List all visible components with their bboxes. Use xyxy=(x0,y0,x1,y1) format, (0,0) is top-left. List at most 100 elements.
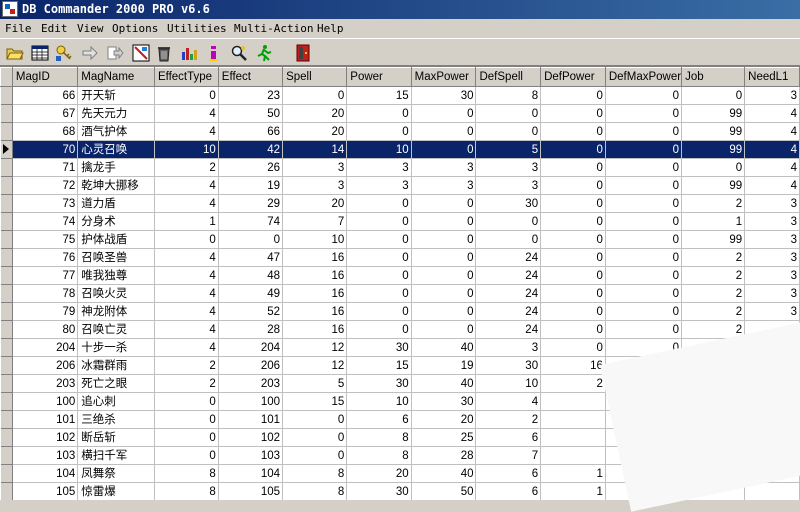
cell-defpower[interactable]: 0 xyxy=(540,212,606,231)
cell-maxpower[interactable]: 0 xyxy=(411,104,477,123)
cell-maxpower[interactable]: 0 xyxy=(411,284,477,303)
cell-effecttype[interactable]: 0 xyxy=(154,428,219,447)
cell-maxpower[interactable]: 0 xyxy=(411,122,477,141)
cell-power[interactable]: 30 xyxy=(346,338,412,357)
cell-spell[interactable]: 7 xyxy=(282,212,348,231)
row-indicator[interactable] xyxy=(0,284,13,303)
cell-defmaxpower[interactable]: 0 xyxy=(605,194,683,213)
cell-maxpower[interactable]: 0 xyxy=(411,302,477,321)
row-indicator[interactable] xyxy=(0,392,13,411)
cell-job[interactable]: 99 xyxy=(681,230,746,249)
table-row[interactable]: 77 唯我独尊 4 48 16 0 0 24 0 0 2 3 xyxy=(0,266,800,285)
cell-effect[interactable]: 204 xyxy=(218,338,284,357)
cell-magid[interactable]: 203 xyxy=(12,374,79,393)
cell-spell[interactable]: 3 xyxy=(282,158,348,177)
cell-power[interactable]: 0 xyxy=(346,212,412,231)
cell-defmaxpower[interactable]: 0 xyxy=(605,104,683,123)
cell-job[interactable]: 0 xyxy=(681,86,746,105)
table-row[interactable]: 80召唤亡灵4281600240023 xyxy=(0,320,800,339)
cell-magid[interactable]: 102 xyxy=(12,428,79,447)
cell-spell[interactable]: 12 xyxy=(282,338,348,357)
cell-magname[interactable]: 三绝杀 xyxy=(77,410,155,429)
row-indicator[interactable] xyxy=(0,140,13,159)
cell-effecttype[interactable]: 4 xyxy=(154,194,219,213)
cell-defspell[interactable]: 24 xyxy=(475,320,542,339)
cell-needl1[interactable]: 3 xyxy=(744,86,800,105)
cell-spell[interactable]: 0 xyxy=(282,86,348,105)
cell-defspell[interactable]: 3 xyxy=(475,338,542,357)
cell-maxpower[interactable]: 0 xyxy=(411,266,477,285)
cell-needl1[interactable]: 4 xyxy=(744,122,800,141)
cell-effecttype[interactable]: 0 xyxy=(154,410,219,429)
cell-defmaxpower[interactable]: 0 xyxy=(605,320,683,339)
cell-spell[interactable]: 20 xyxy=(282,194,348,213)
cell-defspell[interactable]: 6 xyxy=(475,464,542,483)
cell-power[interactable]: 0 xyxy=(346,266,412,285)
cell-power[interactable]: 0 xyxy=(346,302,412,321)
menu-multi-action[interactable]: Multi-Action xyxy=(234,22,313,35)
cell-power[interactable]: 15 xyxy=(346,356,412,375)
cell-defpower[interactable] xyxy=(540,392,606,411)
cell-magid[interactable]: 105 xyxy=(12,482,79,500)
cell-spell[interactable]: 16 xyxy=(282,284,348,303)
cell-maxpower[interactable]: 25 xyxy=(411,428,477,447)
cell-job[interactable]: 99 xyxy=(681,104,746,123)
cell-magname[interactable]: 心灵召唤 xyxy=(77,140,155,159)
cell-needl1[interactable]: 4 xyxy=(744,158,800,177)
table-row[interactable]: 68 酒气护体 4 66 20 0 0 0 0 0 99 4 xyxy=(0,122,800,141)
cell-spell[interactable]: 15 xyxy=(282,392,348,411)
cell-effecttype[interactable]: 4 xyxy=(154,302,219,321)
cell-magname[interactable]: 唯我独尊 xyxy=(77,266,155,285)
row-indicator[interactable] xyxy=(0,320,13,339)
table-row[interactable]: 72 乾坤大挪移 4 19 3 3 3 3 0 0 99 4 xyxy=(0,176,800,195)
cell-defspell[interactable]: 5 xyxy=(475,140,542,159)
cell-defspell[interactable]: 24 xyxy=(475,284,542,303)
cell-maxpower[interactable]: 28 xyxy=(411,446,477,465)
cell-defspell[interactable]: 10 xyxy=(475,374,542,393)
cell-effecttype[interactable]: 4 xyxy=(154,320,219,339)
cell-maxpower[interactable]: 30 xyxy=(411,392,477,411)
cell-spell[interactable]: 0 xyxy=(282,428,348,447)
cell-effecttype[interactable]: 10 xyxy=(154,140,219,159)
col-header-maxpower[interactable]: MaxPower xyxy=(410,67,477,87)
cell-magid[interactable]: 104 xyxy=(12,464,79,483)
cell-maxpower[interactable]: 3 xyxy=(411,158,477,177)
row-indicator[interactable] xyxy=(0,176,13,195)
menu-edit[interactable]: Edit xyxy=(41,22,68,35)
forward-arrow-icon[interactable] xyxy=(79,42,101,64)
cell-power[interactable]: 20 xyxy=(346,464,412,483)
cell-power[interactable]: 0 xyxy=(346,284,412,303)
cell-magname[interactable]: 追心刺 xyxy=(77,392,155,411)
cell-maxpower[interactable]: 40 xyxy=(411,374,477,393)
open-folder-icon[interactable] xyxy=(4,42,26,64)
search-key-icon[interactable] xyxy=(228,42,250,64)
cell-needl1[interactable]: 3 xyxy=(744,212,800,231)
cell-effect[interactable]: 26 xyxy=(218,158,284,177)
cell-magname[interactable]: 神龙附体 xyxy=(77,302,155,321)
trash-icon[interactable] xyxy=(153,42,175,64)
cell-effecttype[interactable]: 0 xyxy=(154,446,219,465)
cell-magname[interactable]: 道力盾 xyxy=(77,194,155,213)
cell-spell[interactable]: 8 xyxy=(282,482,348,500)
cell-power[interactable]: 3 xyxy=(346,158,412,177)
row-indicator[interactable] xyxy=(0,374,13,393)
cell-power[interactable]: 15 xyxy=(346,86,412,105)
table-row[interactable]: 75 护体战盾 0 0 10 0 0 0 0 0 99 3 xyxy=(0,230,800,249)
cell-magname[interactable]: 先天元力 xyxy=(77,104,155,123)
cell-power[interactable]: 3 xyxy=(346,176,412,195)
cell-job[interactable]: 0 xyxy=(681,158,746,177)
cell-effecttype[interactable]: 4 xyxy=(154,284,219,303)
cell-effect[interactable]: 103 xyxy=(218,446,284,465)
cell-effect[interactable]: 29 xyxy=(218,194,284,213)
cell-maxpower[interactable]: 0 xyxy=(411,212,477,231)
cell-defmaxpower[interactable]: 0 xyxy=(605,140,683,159)
table-row[interactable]: 78 召唤火灵 4 49 16 0 0 24 0 0 2 3 xyxy=(0,284,800,303)
cell-effect[interactable]: 206 xyxy=(218,356,284,375)
cell-effecttype[interactable]: 4 xyxy=(154,122,219,141)
cell-job[interactable]: 99 xyxy=(681,176,746,195)
cell-effecttype[interactable]: 1 xyxy=(154,212,219,231)
cell-magname[interactable]: 开天斩 xyxy=(77,86,155,105)
cell-effect[interactable]: 48 xyxy=(218,266,284,285)
cell-spell[interactable]: 12 xyxy=(282,356,348,375)
row-indicator[interactable] xyxy=(0,302,13,321)
